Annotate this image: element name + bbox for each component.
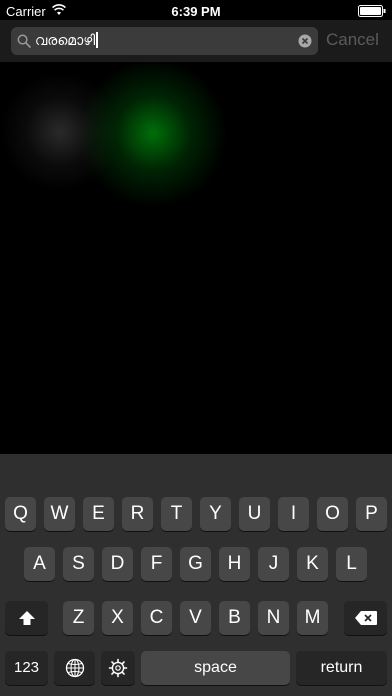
key-w[interactable]: W [44, 497, 75, 531]
screen: Carrier 6:39 PM വരമൊഴി Cancel Q W E R T … [0, 0, 392, 696]
content-area [0, 62, 392, 454]
search-bar: വരമൊഴി Cancel [0, 20, 392, 62]
status-bar: Carrier 6:39 PM [0, 0, 392, 22]
clear-icon[interactable] [298, 34, 312, 48]
shift-key[interactable] [5, 601, 48, 635]
key-g[interactable]: G [180, 547, 211, 581]
key-b[interactable]: B [219, 601, 250, 635]
delete-icon [354, 609, 378, 626]
text-caret [96, 32, 99, 48]
search-icon [17, 34, 31, 48]
key-z[interactable]: Z [63, 601, 94, 635]
key-j[interactable]: J [258, 547, 289, 581]
cancel-button[interactable]: Cancel [326, 30, 379, 50]
globe-key[interactable] [54, 651, 95, 685]
return-key[interactable]: return [296, 651, 387, 685]
key-c[interactable]: C [141, 601, 172, 635]
key-i[interactable]: I [278, 497, 309, 531]
settings-key[interactable] [101, 651, 135, 685]
key-q[interactable]: Q [5, 497, 36, 531]
space-key[interactable]: space [141, 651, 290, 685]
key-o[interactable]: O [317, 497, 348, 531]
key-s[interactable]: S [63, 547, 94, 581]
key-v[interactable]: V [180, 601, 211, 635]
search-input-text: വരമൊഴി [35, 33, 96, 49]
key-y[interactable]: Y [200, 497, 231, 531]
key-n[interactable]: N [258, 601, 289, 635]
key-x[interactable]: X [102, 601, 133, 635]
key-r[interactable]: R [122, 497, 153, 531]
delete-key[interactable] [344, 601, 387, 635]
key-p[interactable]: P [356, 497, 387, 531]
key-k[interactable]: K [297, 547, 328, 581]
search-input[interactable]: വരമൊഴി [35, 30, 285, 52]
key-l[interactable]: L [336, 547, 367, 581]
key-m[interactable]: M [297, 601, 328, 635]
key-h[interactable]: H [219, 547, 250, 581]
keyboard: Q W E R T Y U I O P A S D F G H J K L Z … [0, 454, 392, 696]
status-time: 6:39 PM [171, 4, 221, 19]
numbers-key[interactable]: 123 [5, 651, 48, 685]
battery-icon [358, 5, 386, 17]
key-f[interactable]: F [141, 547, 172, 581]
key-t[interactable]: T [161, 497, 192, 531]
green-glow [78, 62, 228, 208]
key-u[interactable]: U [239, 497, 270, 531]
search-field[interactable]: വരമൊഴി [11, 27, 318, 55]
key-a[interactable]: A [24, 547, 55, 581]
key-d[interactable]: D [102, 547, 133, 581]
globe-icon [65, 658, 85, 678]
gear-icon [108, 658, 128, 678]
shift-icon [18, 609, 36, 626]
key-e[interactable]: E [83, 497, 114, 531]
